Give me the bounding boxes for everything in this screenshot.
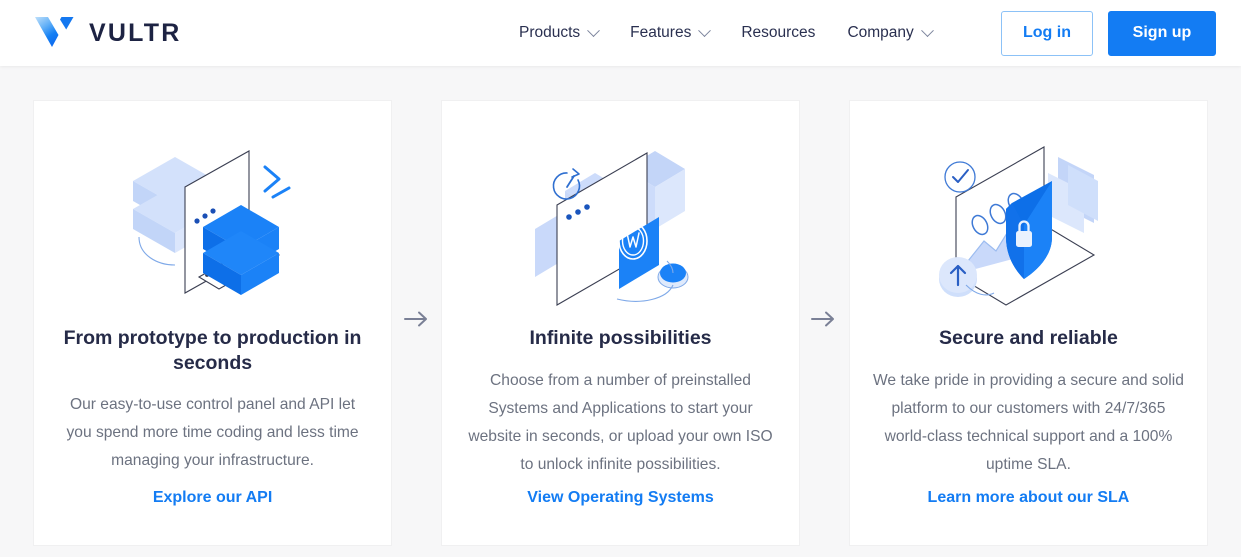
brand-name: VULTR	[89, 18, 182, 47]
arrow-separator-2	[800, 100, 849, 546]
signup-button[interactable]: Sign up	[1108, 10, 1216, 56]
card-title: Secure and reliable	[939, 327, 1118, 349]
auth-actions: Log in Sign up	[1001, 0, 1216, 66]
nav-item-products[interactable]: Products	[503, 0, 614, 66]
chevron-down-icon	[698, 23, 712, 37]
card-body: We take pride in providing a secure and …	[873, 371, 1184, 473]
card-title: From prototype to production in seconds	[63, 327, 362, 374]
chevron-down-icon	[587, 23, 601, 37]
learn-more-about-our-sla-link[interactable]: Learn more about our SLA	[928, 489, 1130, 507]
nav-label: Company	[847, 24, 914, 41]
view-operating-systems-link[interactable]: View Operating Systems	[527, 489, 713, 507]
arrow-right-icon	[811, 311, 835, 327]
main-nav: Products Features Resources Company	[503, 0, 948, 66]
feature-card-secure[interactable]: Secure and reliable We take pride in pro…	[848, 100, 1208, 546]
nav-label: Features	[630, 24, 692, 41]
nav-item-resources[interactable]: Resources	[725, 0, 831, 66]
feature-card-possibilities[interactable]: Infinite possibilities Choose from a num…	[440, 100, 801, 546]
card-body: Choose from a number of preinstalled Sys…	[468, 371, 773, 473]
nav-item-features[interactable]: Features	[614, 0, 725, 66]
card-title: Infinite possibilities	[529, 327, 712, 349]
arrow-right-icon	[403, 311, 427, 327]
nav-label: Resources	[741, 24, 816, 41]
vultr-v-logo-icon	[35, 17, 74, 47]
feature-card-prototype[interactable]: From prototype to production in seconds …	[33, 100, 393, 546]
login-button[interactable]: Log in	[1001, 10, 1093, 56]
nav-item-company[interactable]: Company	[831, 0, 947, 66]
explore-our-api-link[interactable]: Explore our API	[153, 489, 272, 507]
brand-logo[interactable]: VULTR	[33, 8, 181, 58]
page-root: VULTR Products Features Resources Compan…	[0, 0, 1241, 557]
site-header: VULTR Products Features Resources Compan…	[0, 0, 1241, 66]
arrow-separator-1	[392, 100, 441, 546]
server-stack-terminal-isometric-illustration	[113, 119, 313, 324]
card-body: Our easy-to-use control panel and API le…	[66, 396, 359, 469]
nav-label: Products	[519, 24, 581, 41]
browser-wordpress-isometric-illustration	[521, 119, 721, 324]
chevron-down-icon	[920, 23, 934, 37]
shield-lock-dashboard-isometric-illustration	[928, 119, 1128, 324]
feature-cards-row: From prototype to production in seconds …	[0, 100, 1241, 546]
